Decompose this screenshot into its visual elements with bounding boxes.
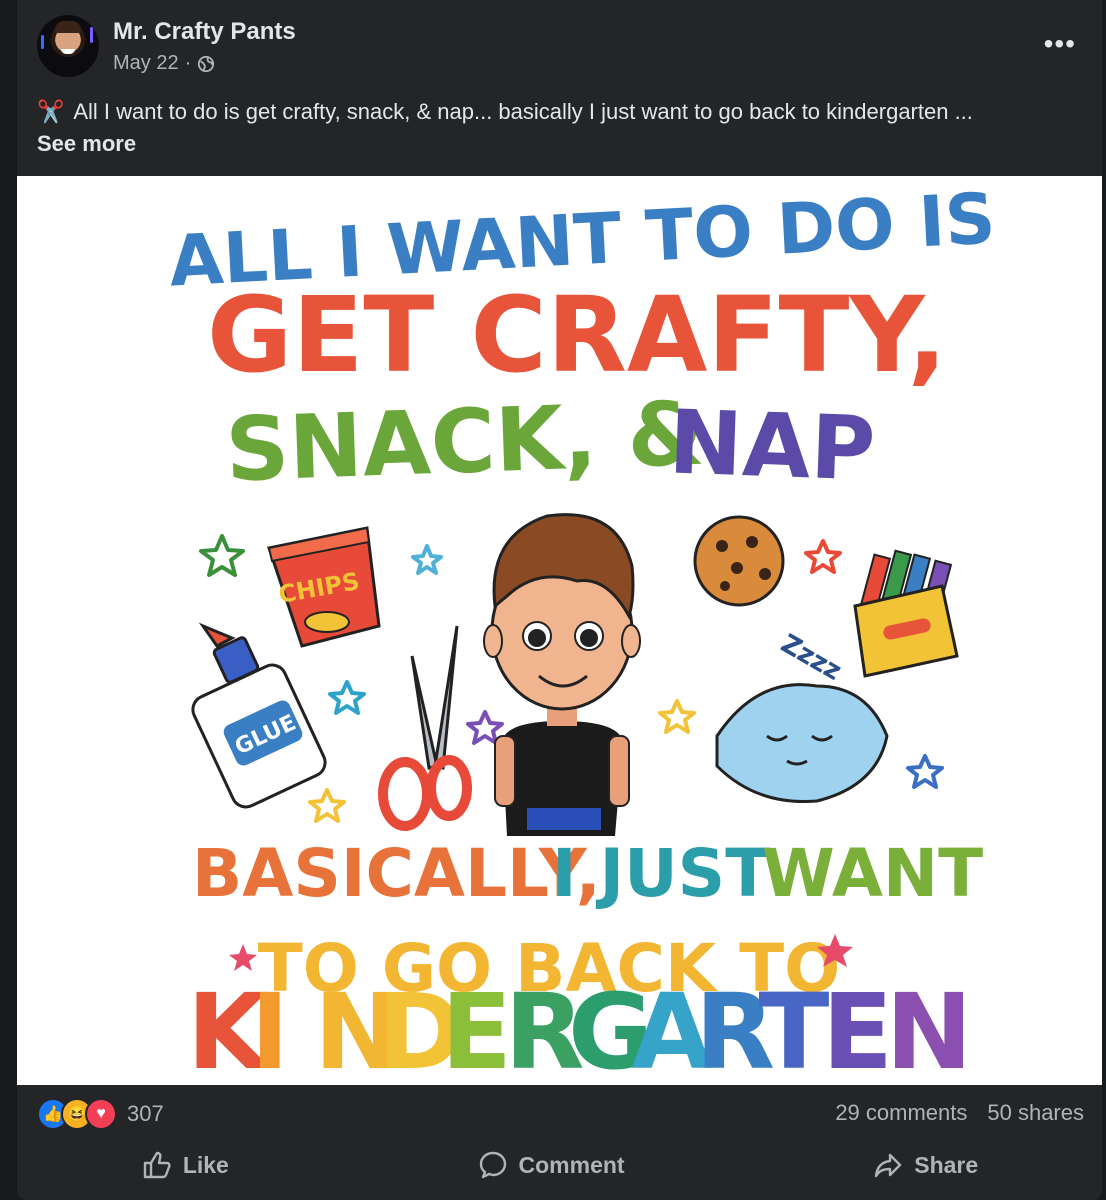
headline-line2: GET CRAFTY, xyxy=(207,274,947,396)
comment-button[interactable]: Comment xyxy=(477,1140,625,1190)
like-button[interactable]: Like xyxy=(141,1140,229,1190)
post-card: Mr. Crafty Pants May 22 · ••• ✂️ All I w… xyxy=(17,0,1102,1200)
post-actions: Like Comment Share xyxy=(17,1140,1102,1190)
author-avatar[interactable] xyxy=(37,15,99,77)
post-meta: May 22 · xyxy=(113,52,215,75)
meta-separator: · xyxy=(184,52,192,74)
comments-count[interactable]: 29 comments xyxy=(835,1100,967,1126)
post-stats: 29 comments 50 shares xyxy=(835,1100,1084,1126)
chips-bag-icon: CHIPS xyxy=(267,526,381,648)
kinder-letter: T xyxy=(759,971,830,1085)
more-options-button[interactable]: ••• xyxy=(1044,28,1076,60)
author-name[interactable]: Mr. Crafty Pants xyxy=(113,18,296,46)
headline-line3b: NAP xyxy=(667,390,877,500)
scissors-icon: ✂️ xyxy=(37,99,65,124)
kindergarten-illustration: ALL I WANT TO DO IS GET CRAFTY, SNACK, &… xyxy=(167,177,997,1085)
share-button[interactable]: Share xyxy=(872,1140,978,1190)
share-icon xyxy=(875,1153,902,1178)
kinder-letter: E xyxy=(822,971,893,1085)
post-image[interactable]: ALL I WANT TO DO IS GET CRAFTY, SNACK, &… xyxy=(17,176,1102,1085)
zzz-text: Zzzz xyxy=(776,629,847,687)
love-reaction-icon: ♥ xyxy=(85,1098,117,1130)
boy-character xyxy=(483,513,641,836)
bottom-line1c: WANT xyxy=(762,835,983,912)
bottom-line1b: I JUST xyxy=(552,835,770,912)
thumbs-up-icon xyxy=(143,1151,171,1179)
post-date[interactable]: May 22 xyxy=(113,52,179,75)
kinder-letter: N xyxy=(886,971,973,1085)
cookie-icon xyxy=(693,515,785,607)
see-more-link[interactable]: See more xyxy=(37,131,136,156)
kinder-letter: I xyxy=(251,971,290,1085)
globe-icon xyxy=(198,55,215,72)
bottom-line1a: BASICALLY, xyxy=(192,835,601,912)
post-caption: ✂️ All I want to do is get crafty, snack… xyxy=(37,96,1087,160)
crayon-box-icon xyxy=(853,549,959,678)
share-label: Share xyxy=(914,1151,979,1178)
star-left-icon xyxy=(229,944,257,971)
shares-count[interactable]: 50 shares xyxy=(987,1100,1084,1126)
reactions-summary[interactable]: 👍 😆 ♥ 307 xyxy=(37,1098,164,1130)
comment-label: Comment xyxy=(518,1151,625,1178)
kinder-letter: E xyxy=(441,971,512,1085)
reaction-count: 307 xyxy=(127,1101,164,1126)
glue-bottle-icon: GLUE xyxy=(191,622,327,809)
caption-text: All I want to do is get crafty, snack, &… xyxy=(73,99,973,124)
comment-icon xyxy=(479,1151,506,1179)
like-label: Like xyxy=(182,1151,229,1178)
headline-line3a: SNACK, & xyxy=(224,382,706,502)
scissors-illustration xyxy=(378,625,472,831)
